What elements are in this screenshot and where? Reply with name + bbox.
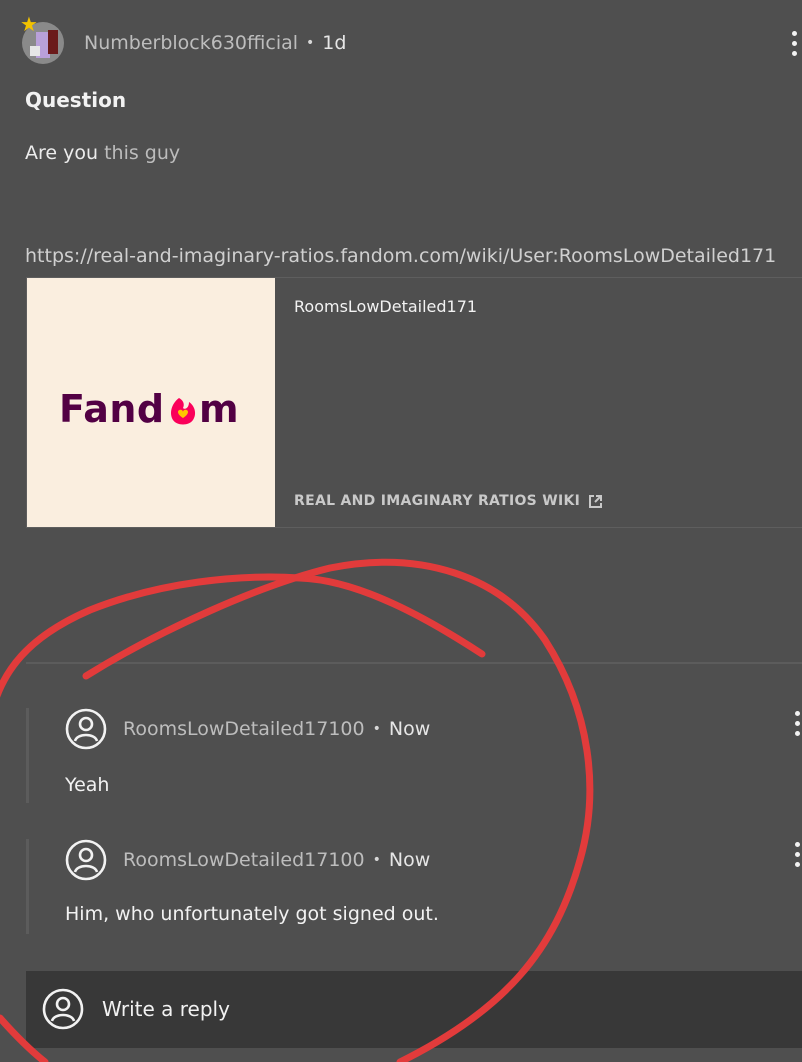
post-link[interactable]: https://real-and-imaginary-ratios.fandom… [25,245,776,267]
more-options-icon[interactable] [789,711,802,736]
reply-item: RoomsLowDetailed17100 • Now Yeah [26,708,802,803]
post-body-text: Are you [25,142,99,164]
fandom-logo-icon: Fand m [59,387,239,431]
svg-text:Fand: Fand [59,387,165,431]
post-body-muted: this guy [98,142,181,164]
reply-input-placeholder[interactable]: Write a reply [102,997,230,1021]
card-site: REAL AND IMAGINARY RATIOS WIKI [294,493,603,509]
card-title: RoomsLowDetailed171 [294,297,478,316]
reply-header: RoomsLowDetailed17100 • Now [65,839,430,881]
external-link-icon [589,494,603,508]
reply-text: Yeah [65,774,110,796]
fandom-logo: Fand m [59,382,249,444]
reply-item: RoomsLowDetailed17100 • Now Him, who unf… [26,839,802,934]
post-header: ★ Numberblock630fficial • 1d [20,14,802,66]
svg-text:m: m [199,387,239,431]
separator-dot: • [372,721,381,737]
post-author[interactable]: Numberblock630fficial [84,32,298,54]
post-body: Are you this guy [25,142,180,164]
reply-time: Now [388,849,431,871]
more-options-icon[interactable] [786,30,802,56]
card-thumbnail: Fand m [27,278,275,527]
separator-dot: • [306,35,315,51]
replies-divider [26,662,802,664]
user-avatar-icon [42,988,84,1030]
star-badge-icon: ★ [20,12,38,36]
user-avatar-icon[interactable] [65,708,107,750]
separator-dot: • [372,852,381,868]
reply-time: Now [388,718,431,740]
user-avatar-icon[interactable] [65,839,107,881]
reply-header: RoomsLowDetailed17100 • Now [65,708,430,750]
reply-author[interactable]: RoomsLowDetailed17100 [123,718,365,740]
post-title: Question [25,88,127,112]
reply-text: Him, who unfortunately got signed out. [65,903,439,925]
more-options-icon[interactable] [789,842,802,867]
link-preview-card[interactable]: Fand m RoomsLowDetailed171 REAL AND IMAG… [26,277,802,528]
post-time: 1d [322,32,347,54]
reply-author[interactable]: RoomsLowDetailed17100 [123,849,365,871]
reply-composer[interactable]: Write a reply [26,971,802,1048]
card-site-label: REAL AND IMAGINARY RATIOS WIKI [294,493,581,509]
